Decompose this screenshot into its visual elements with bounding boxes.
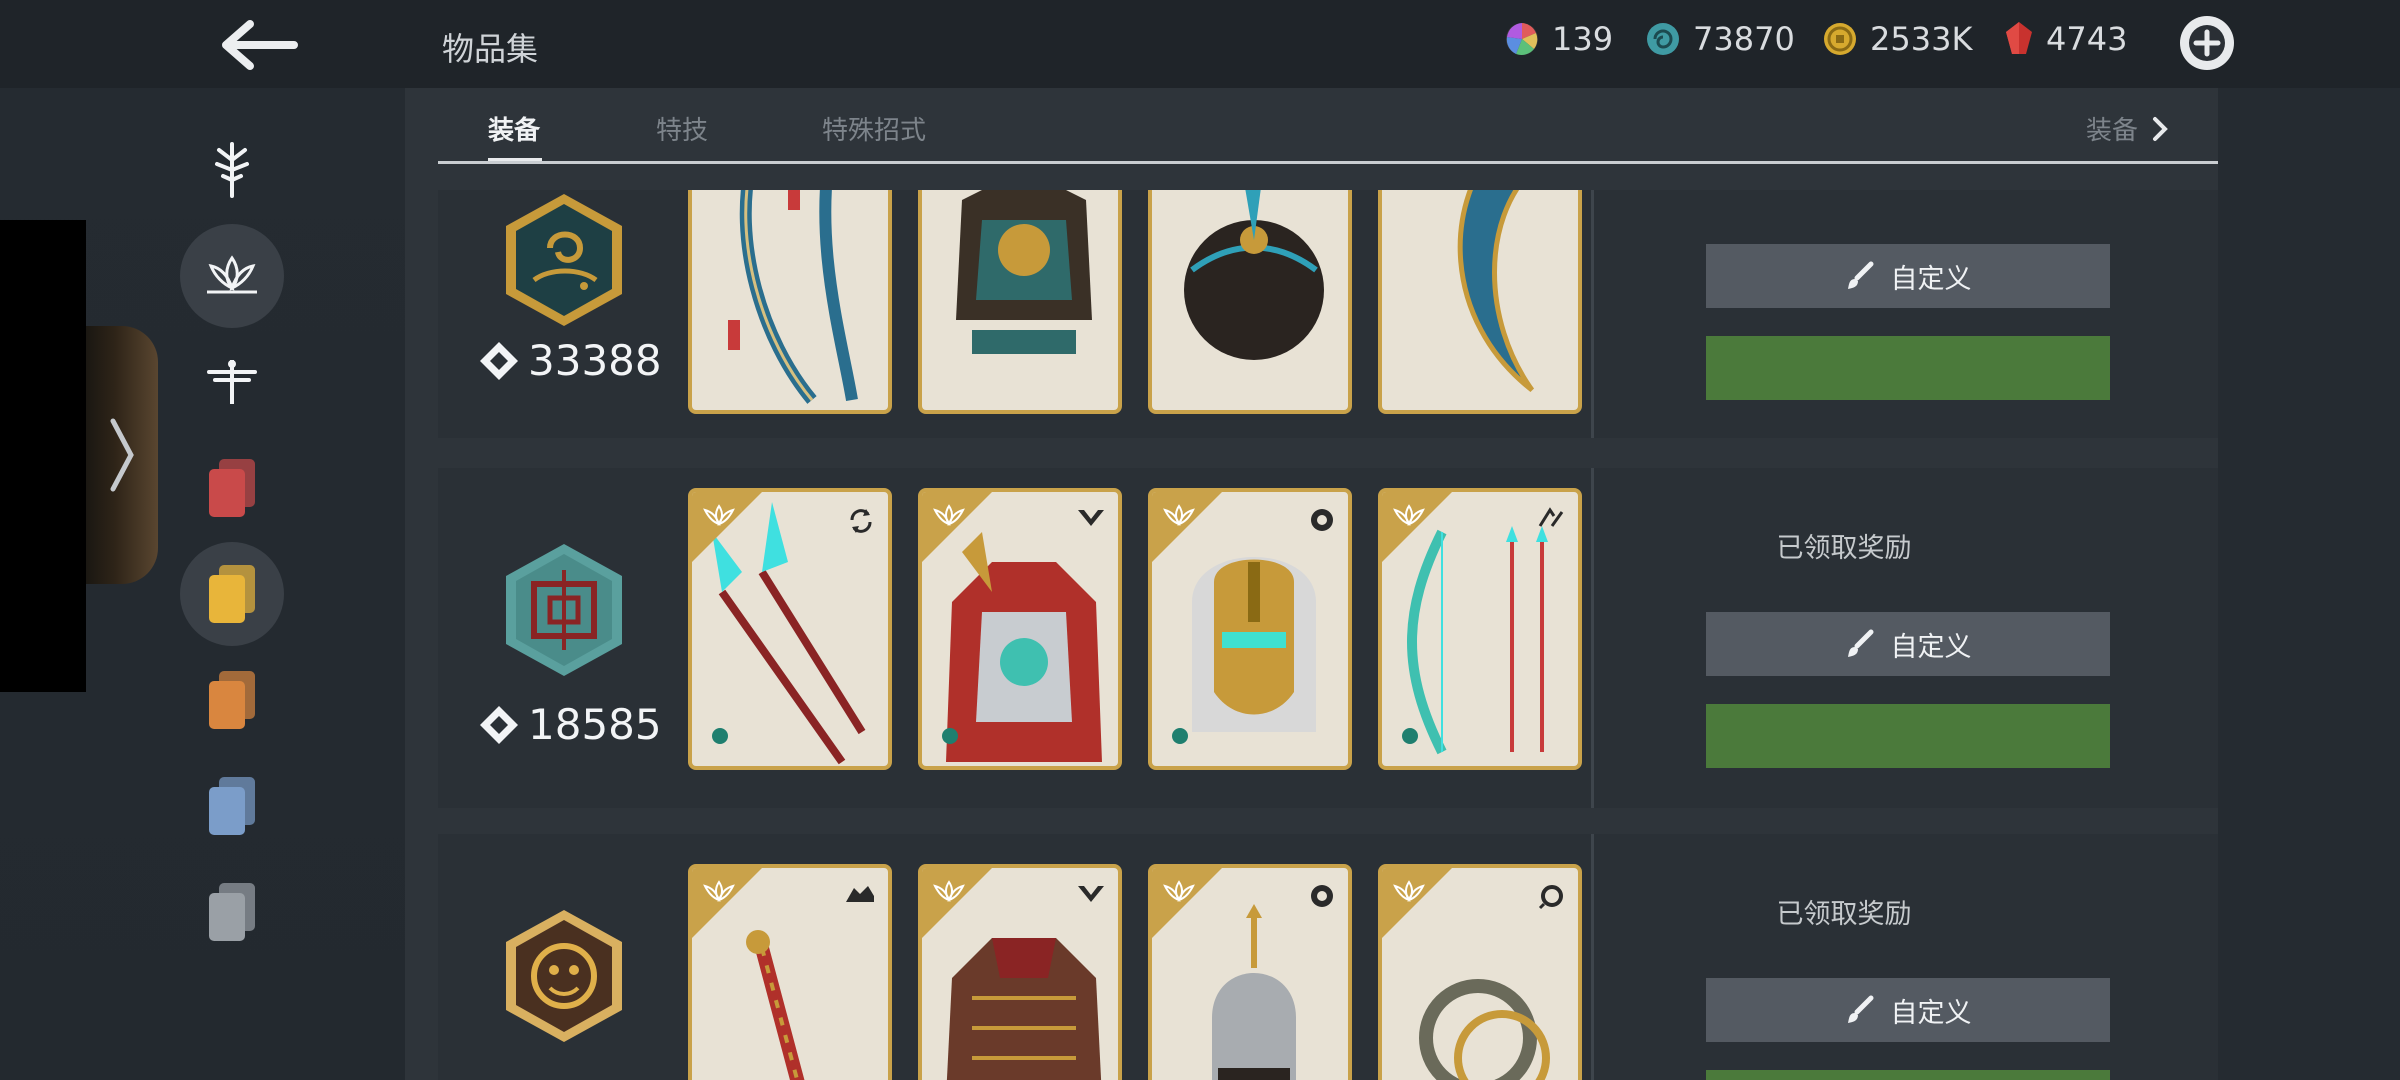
item-card-armor[interactable]: [918, 488, 1122, 770]
currency-crystal: 4743: [2004, 20, 2127, 58]
chevron-right-icon: [2153, 116, 2168, 141]
collection-emblem: [506, 910, 622, 1042]
currency-orbs: 139: [1504, 20, 1613, 58]
arrow-left-icon: [222, 20, 298, 70]
tab-equipment[interactable]: 装备: [488, 110, 540, 147]
brush-icon: [1847, 629, 1873, 657]
color-orb-icon: [1506, 23, 1538, 55]
collection-emblem: [506, 544, 622, 676]
claim-button[interactable]: [1706, 336, 2110, 400]
item-card-helmet[interactable]: [1148, 488, 1352, 770]
rotate-icon: [850, 509, 872, 533]
sidebar-item-red-cards[interactable]: [180, 436, 284, 540]
customize-button[interactable]: 自定义: [1706, 244, 2110, 308]
rarity-dot: [1172, 728, 1188, 744]
claim-button[interactable]: [1706, 704, 2110, 768]
sidebar-item-orange-cards[interactable]: [180, 648, 284, 752]
collection-list[interactable]: 33388 自定义 18585 已领取奖励 自定义 已领取奖励 自定义: [438, 190, 2218, 1080]
head-type-icon: [1311, 885, 1333, 907]
lotus-badge-icon: [1393, 880, 1425, 902]
crescent-blade-icon: [1457, 190, 1535, 392]
lotus-badge-icon: [1393, 504, 1425, 526]
spiral-coin-icon: [1647, 23, 1679, 55]
armor-icon: [956, 190, 1092, 354]
item-card-weapon[interactable]: [688, 488, 892, 770]
bow-type-icon: [1538, 507, 1564, 527]
item-card-weapon[interactable]: [688, 864, 892, 1080]
item-card-ornament[interactable]: [1378, 190, 1582, 414]
currency-spiral: 73870: [1645, 20, 1795, 58]
gray-cards-icon: [209, 883, 255, 941]
sidebar-item-lotus[interactable]: [180, 224, 284, 328]
blue-cards-icon: [209, 777, 255, 835]
sidebar-item-gray-cards[interactable]: [180, 860, 284, 964]
sidebar-item-yellow-cards[interactable]: [180, 542, 284, 646]
page-title: 物品集: [442, 30, 539, 68]
lotus-badge-icon: [703, 880, 735, 902]
drawer-toggle-button[interactable]: [86, 326, 158, 584]
item-card-ornament[interactable]: [1378, 864, 1582, 1080]
sidebar-item-blue-cards[interactable]: [180, 754, 284, 858]
collection-score: 18585: [478, 700, 662, 749]
claim-button[interactable]: [1706, 1070, 2110, 1080]
rarity-dot: [942, 728, 958, 744]
red-crystal-icon: [2006, 22, 2032, 54]
dragonfly-icon: [207, 360, 257, 404]
chevron-right-icon: [110, 418, 134, 492]
collection-row: 33388 自定义: [438, 190, 2218, 438]
red-cards-icon: [209, 459, 255, 517]
warrior-icon: [215, 142, 249, 198]
beast-type-icon: [846, 886, 874, 902]
diamond-icon: [480, 705, 518, 744]
lotus-badge-icon: [933, 504, 965, 526]
tab-divider: [438, 161, 2218, 164]
brush-icon: [1847, 261, 1873, 289]
collection-score: 33388: [478, 336, 662, 385]
item-card-helmet[interactable]: [1148, 864, 1352, 1080]
tab-special-moves[interactable]: 特殊招式: [822, 110, 926, 147]
item-card-ornament[interactable]: [1378, 488, 1582, 770]
collection-row: 已领取奖励 自定义: [438, 834, 2218, 1080]
sidebar-item-dragonfly[interactable]: [180, 330, 284, 434]
chest-type-icon: [1078, 510, 1104, 526]
item-card-armor[interactable]: [918, 864, 1122, 1080]
gold-coin-icon: [1824, 23, 1856, 55]
yellow-cards-icon: [209, 565, 255, 623]
lotus-badge-icon: [933, 880, 965, 902]
head-type-icon: [1311, 509, 1333, 531]
diamond-icon: [480, 341, 518, 380]
currency-gold: 2533K: [1822, 20, 1972, 58]
plus-icon: [2189, 25, 2225, 61]
lotus-icon: [207, 255, 257, 294]
collection-row: 18585 已领取奖励 自定义: [438, 468, 2218, 808]
add-currency-button[interactable]: [2180, 16, 2234, 70]
equipment-filter-button[interactable]: 装备: [2086, 110, 2168, 147]
back-button[interactable]: [210, 10, 310, 80]
tab-bar: 装备 特技 特殊招式 装备: [438, 88, 2218, 164]
item-card-armor[interactable]: [918, 190, 1122, 414]
turban-icon: [1184, 190, 1324, 360]
side-overlay-panel: [0, 220, 86, 692]
lotus-badge-icon: [1163, 880, 1195, 902]
reward-claimed-label: 已领取奖励: [1776, 533, 1912, 564]
twin-sabres-icon: [728, 190, 858, 404]
sidebar-item-warrior[interactable]: [180, 118, 284, 222]
collection-emblem: [506, 194, 622, 326]
lotus-badge-icon: [1163, 504, 1195, 526]
ring-type-icon: [1538, 885, 1563, 910]
lotus-badge-icon: [703, 504, 735, 526]
chest-type-icon: [1078, 886, 1104, 902]
brush-icon: [1847, 995, 1873, 1023]
customize-button[interactable]: 自定义: [1706, 612, 2110, 676]
item-card-weapon[interactable]: [688, 190, 892, 414]
tab-skills[interactable]: 特技: [656, 110, 708, 147]
orange-cards-icon: [209, 671, 255, 729]
top-bar: 物品集 139 73870 2533K 4743: [0, 0, 2400, 88]
rarity-dot: [1402, 728, 1418, 744]
rarity-dot: [712, 728, 728, 744]
reward-claimed-label: 已领取奖励: [1776, 899, 1912, 930]
item-card-helmet[interactable]: [1148, 190, 1352, 414]
customize-button[interactable]: 自定义: [1706, 978, 2110, 1042]
